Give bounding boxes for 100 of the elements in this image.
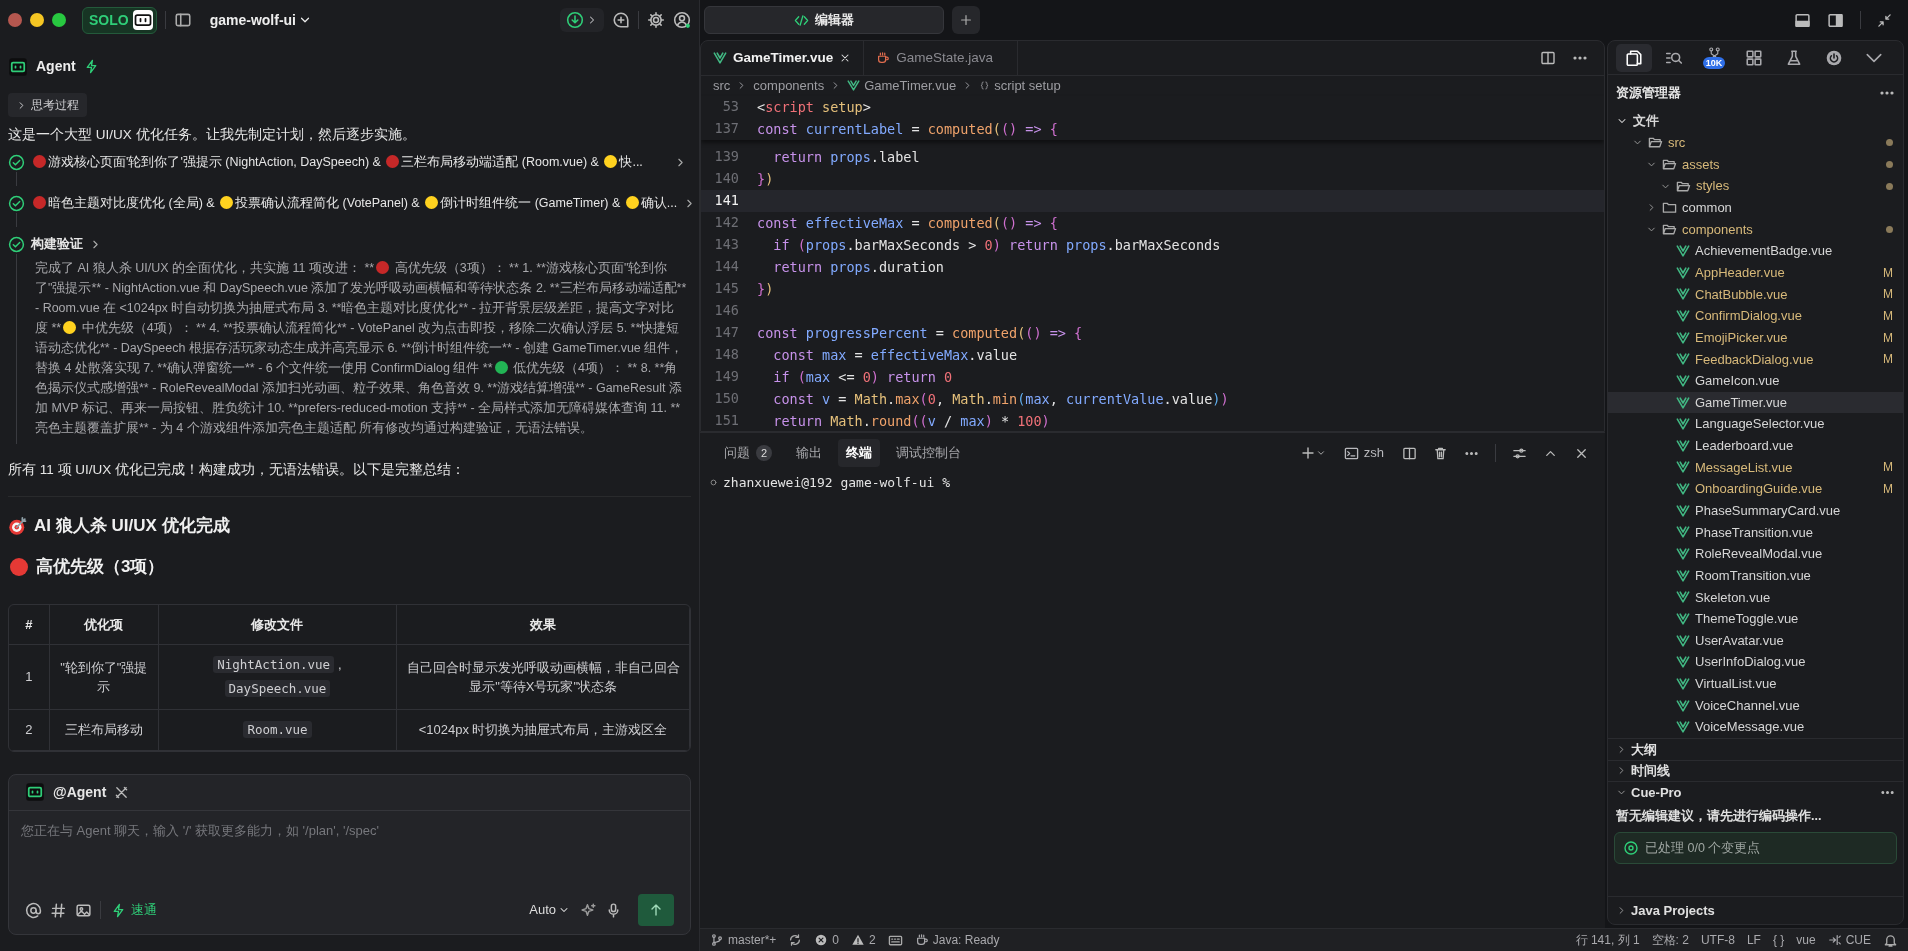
mention-icon[interactable] (25, 901, 42, 919)
tree-item[interactable]: VoiceMessage.vue (1608, 716, 1903, 738)
minimize-button[interactable] (30, 13, 44, 27)
tree-item[interactable]: common (1608, 196, 1903, 219)
tree-item[interactable]: LanguageSelector.vue (1608, 413, 1903, 435)
vue-icon (1676, 676, 1690, 691)
new-terminal-button[interactable] (1299, 445, 1326, 461)
sidebar-layout-icon[interactable] (1827, 11, 1844, 29)
section-header[interactable]: Java Projects (1608, 896, 1903, 924)
tree-item[interactable]: VoiceChannel.vue (1608, 694, 1903, 717)
tree-item[interactable]: components (1608, 218, 1903, 241)
account-icon[interactable] (673, 11, 691, 29)
tree-item[interactable]: FeedbackDialog.vue M (1608, 348, 1903, 371)
tree-item[interactable]: src (1608, 132, 1903, 154)
status-item[interactable]: Java: Ready (914, 931, 1000, 949)
step-title: 构建验证 (31, 235, 83, 253)
collapse-icon[interactable] (1877, 12, 1892, 28)
tree-item[interactable]: AchievementBadge.vue (1608, 240, 1903, 262)
status-item[interactable]: 0 (814, 931, 840, 949)
new-tab-button[interactable] (952, 6, 980, 34)
panel-tab[interactable]: 输出 (788, 439, 830, 467)
download-button[interactable] (560, 8, 604, 32)
status-item[interactable]: 空格: 2 (1651, 931, 1689, 949)
tree-item[interactable]: Leaderboard.vue (1608, 435, 1903, 457)
tree-item[interactable]: ThemeToggle.vue (1608, 608, 1903, 630)
solo-button[interactable]: SOLO (82, 6, 157, 34)
new-chat-icon[interactable] (612, 11, 630, 29)
section-heading: AI 狼人杀 UI/UX 优化完成 (34, 514, 230, 537)
status-item[interactable]: { } (1772, 931, 1785, 949)
tree-item[interactable]: PhaseSummaryCard.vue (1608, 499, 1903, 522)
section-header[interactable]: 大纲 (1608, 738, 1903, 760)
project-dropdown[interactable]: game-wolf-ui (207, 7, 314, 33)
split-terminal-icon[interactable] (1402, 445, 1417, 461)
agent-name: Agent (36, 57, 76, 76)
tree-item[interactable]: PhaseTransition.vue (1608, 521, 1903, 544)
tree-item[interactable]: styles (1608, 175, 1903, 197)
trash-icon[interactable] (1433, 445, 1448, 461)
breadcrumb-item[interactable]: src (713, 76, 731, 96)
message-input[interactable]: 您正在与 Agent 聊天，输入 '/' 获取更多能力，如 '/plan', '/spec' (9, 810, 690, 889)
tree-item[interactable]: ConfirmDialog.vue M (1608, 305, 1903, 327)
zoom-button[interactable] (52, 13, 66, 27)
send-button[interactable] (638, 894, 674, 926)
chat-composer[interactable]: @Agent 您正在与 Agent 聊天，输入 '/' 获取更多能力，如 '/plan', '/spec' 速通 Auto (8, 773, 691, 935)
vue-icon (1676, 373, 1690, 388)
tree-item[interactable]: UserAvatar.vue (1608, 629, 1903, 652)
tree-item[interactable]: OnboardingGuide.vue M (1608, 478, 1903, 500)
status-item[interactable]: 行 141, 列 1 (1575, 931, 1640, 949)
tree-item[interactable]: EmojiPicker.vue M (1608, 326, 1903, 349)
file-tab[interactable]: GameState.java (864, 41, 1019, 75)
model-dropdown[interactable]: Auto (527, 898, 572, 922)
status-item[interactable]: LF (1746, 931, 1761, 949)
section-header[interactable]: Cue-Pro (1608, 781, 1903, 803)
message-text: 所有 11 项 UI/UX 优化已完成！构建成功，无语法错误。以下是完整总结： (8, 460, 467, 479)
panel-tab[interactable]: 调试控制台 (888, 439, 969, 467)
status-item[interactable]: master*+ (710, 931, 777, 949)
tree-section-header[interactable]: 文件 (1608, 110, 1903, 133)
mode-button[interactable]: 速通 (109, 898, 159, 922)
hash-icon[interactable] (50, 901, 67, 919)
bell-icon[interactable] (1883, 932, 1898, 948)
tree-item[interactable]: ChatBubble.vue M (1608, 283, 1903, 306)
status-item[interactable]: UTF-8 (1700, 931, 1735, 949)
circle-icon (708, 477, 719, 489)
sidebar-toggle-icon[interactable] (173, 11, 192, 29)
sync-icon[interactable] (788, 933, 803, 947)
file-tab[interactable]: GameTimer.vue (701, 41, 865, 75)
editor-tab[interactable]: 编辑器 (704, 6, 944, 34)
shell-button[interactable]: zsh (1341, 441, 1386, 465)
image-icon[interactable] (75, 901, 92, 919)
tree-item[interactable]: Skeleton.vue (1608, 586, 1903, 609)
panel-tab[interactable]: 终端 (838, 439, 880, 467)
tools-icon[interactable] (114, 784, 130, 800)
tree-item[interactable]: GameIcon.vue (1608, 370, 1903, 392)
panel-tab[interactable]: 问题 2 (716, 439, 780, 467)
tree-item[interactable]: AppHeader.vue M (1608, 261, 1903, 284)
breadcrumb-item[interactable]: components (753, 76, 825, 96)
status-item[interactable]: vue (1796, 931, 1816, 949)
breadcrumb-item[interactable]: GameTimer.vue (847, 76, 957, 96)
activity-button[interactable] (1616, 43, 1652, 72)
tree-item[interactable]: assets (1608, 153, 1903, 176)
swirl-icon (1623, 840, 1639, 857)
file-name: DaySpeech.vue (224, 680, 331, 697)
tree-item[interactable]: MessageList.vue M (1608, 456, 1903, 479)
close-button[interactable] (8, 13, 22, 27)
vue-icon (847, 79, 861, 93)
activity-button[interactable]: 10K (1696, 43, 1732, 72)
sparkle-icon[interactable] (580, 901, 597, 919)
breadcrumb-item[interactable]: script setup (979, 76, 1061, 96)
tree-item[interactable]: GameTimer.vue (1608, 391, 1903, 414)
split-editor-icon[interactable] (1540, 50, 1556, 66)
status-item[interactable]: CUE (1827, 931, 1871, 949)
thinking-toggle[interactable]: 思考过程 (8, 93, 87, 117)
tree-item[interactable]: RoomTransition.vue (1608, 564, 1903, 587)
settings-icon[interactable] (647, 11, 665, 29)
table-cell: "轮到你了"强提示 (49, 645, 159, 710)
tree-item[interactable]: UserInfoDialog.vue (1608, 651, 1903, 674)
section-header[interactable]: 时间线 (1608, 759, 1903, 782)
panel-layout-icon[interactable] (1794, 11, 1811, 29)
status-item[interactable]: 2 (851, 931, 876, 949)
tree-item[interactable]: RoleRevealModal.vue (1608, 543, 1903, 565)
tree-item[interactable]: VirtualList.vue (1608, 673, 1903, 695)
